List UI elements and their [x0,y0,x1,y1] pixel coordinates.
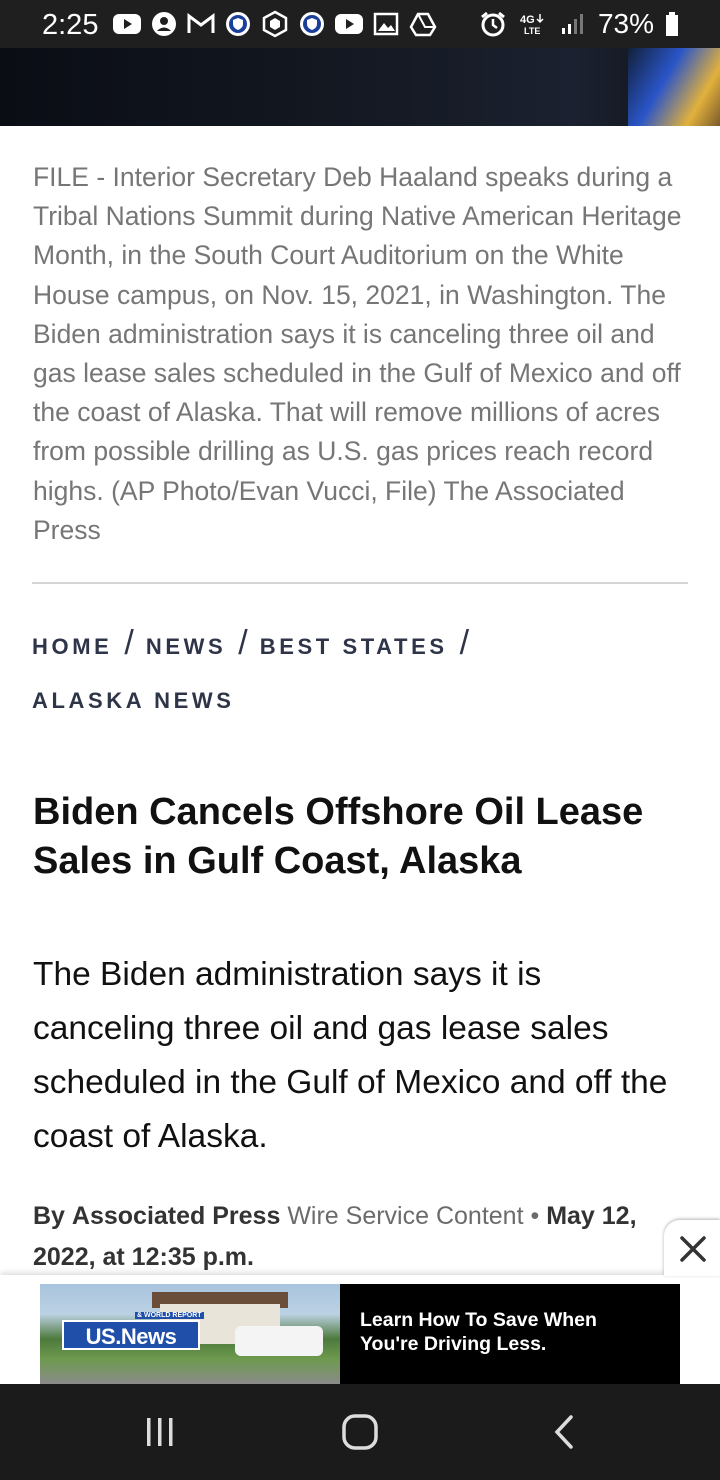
alarm-icon [478,10,508,38]
divider [32,582,688,584]
battery-percentage: 73% [597,8,654,39]
status-bar: 2:25 4G LTE 73% [0,0,720,48]
breadcrumb-separator: / [238,624,248,662]
shield-icon [297,10,327,38]
youtube-icon [334,10,364,38]
battery-icon [664,10,680,38]
breadcrumb-separator: / [124,624,134,662]
recent-apps-icon[interactable] [140,1412,180,1452]
crypto-icon [260,10,290,38]
ad-truck [235,1326,323,1356]
ad-close-button[interactable] [664,1220,720,1276]
close-icon [680,1236,706,1262]
signal-icon [558,10,588,38]
shield-icon [223,10,253,38]
svg-text:4G: 4G [520,14,535,26]
byline-by: By [33,1202,65,1230]
back-icon[interactable] [545,1412,585,1452]
breadcrumb-best-states[interactable]: BEST STATES [260,634,448,659]
account-icon [149,10,179,38]
byline-source: Wire Service Content [287,1202,524,1230]
byline-author[interactable]: Associated Press [72,1202,280,1230]
network-icon: 4G LTE [518,10,548,38]
notification-icons [112,10,438,38]
breadcrumb-separator: / [459,624,470,662]
drive-icon [408,10,438,38]
article-headline: Biden Cancels Offshore Oil Lease Sales i… [33,791,644,882]
article-photo [0,48,720,126]
breadcrumb-news[interactable]: NEWS [146,634,226,659]
breadcrumb-alaska-news[interactable]: ALASKA NEWS [32,688,235,713]
system-nav-bar [0,1384,720,1480]
home-icon[interactable] [340,1412,380,1452]
breadcrumb: HOME / NEWS / BEST STATES / ALASKA NEWS [32,616,688,728]
ad-text: Learn How To Save When You're Driving Le… [360,1309,597,1355]
photo-caption: FILE - Interior Secretary Deb Haaland sp… [33,162,682,545]
byline-separator: • [530,1202,540,1230]
breadcrumb-home[interactable]: HOME [32,634,112,659]
gallery-icon [371,10,401,38]
byline: By Associated Press Wire Service Content… [33,1196,693,1278]
youtube-icon [112,10,142,38]
ad-logo: US.News [62,1320,200,1350]
gmail-icon [186,10,216,38]
photo-flag [628,48,720,126]
ad-logo-subtitle: & WORLD REPORT [135,1312,204,1319]
svg-text:LTE: LTE [524,26,540,36]
status-time: 2:25 [42,9,99,41]
ad-banner[interactable]: US.News & WORLD REPORT Learn How To Save… [40,1284,680,1384]
article-summary: The Biden administration says it is canc… [33,956,668,1155]
system-icons: 4G LTE 73% [478,8,680,40]
